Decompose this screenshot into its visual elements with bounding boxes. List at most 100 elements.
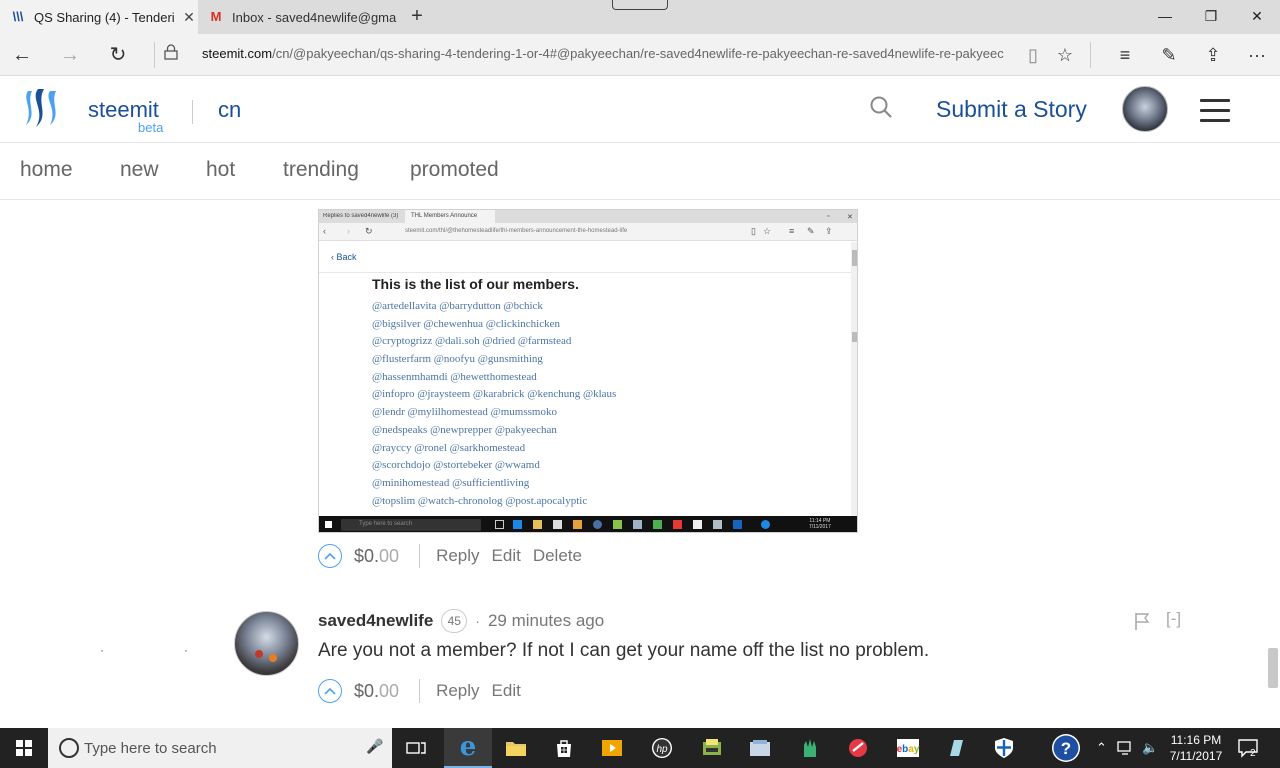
web-note-icon[interactable]: ✎ xyxy=(1154,40,1184,70)
more-icon[interactable]: ··· xyxy=(1242,40,1272,70)
hamburger-menu-icon[interactable] xyxy=(1200,99,1230,123)
taskbar-search-box[interactable]: Type here to search 🎤 xyxy=(48,728,392,768)
scanner-app-icon[interactable] xyxy=(688,728,736,768)
comment-author-avatar[interactable] xyxy=(234,611,299,676)
notes-app-icon[interactable] xyxy=(932,728,980,768)
embedded-hp-icon xyxy=(593,520,602,529)
flag-icon[interactable] xyxy=(1133,611,1151,631)
nav-hot[interactable]: hot xyxy=(206,158,235,182)
page-scrollbar-thumb[interactable] xyxy=(1268,648,1278,688)
embedded-scrollbar xyxy=(851,242,857,516)
hp-icon[interactable]: hp xyxy=(638,728,686,768)
member-line: @flusterfarm @noofyu @gunsmithing xyxy=(372,353,543,366)
member-line: @scorchdojo @stortebeker @wwamd xyxy=(372,459,540,472)
comment-header: saved4newlife 45 · 29 minutes ago xyxy=(318,609,604,633)
volume-icon[interactable]: 🔈 xyxy=(1142,740,1158,756)
file-explorer-icon[interactable] xyxy=(492,728,540,768)
submit-story-link[interactable]: Submit a Story xyxy=(936,96,1087,123)
nav-new[interactable]: new xyxy=(120,158,159,182)
nav-trending[interactable]: trending xyxy=(283,158,359,182)
media-player-icon[interactable] xyxy=(588,728,636,768)
tab-qs-sharing[interactable]: \\\ QS Sharing (4) - Tenderi ✕ xyxy=(0,0,198,34)
comment-timestamp[interactable]: 29 minutes ago xyxy=(488,611,604,631)
user-avatar[interactable] xyxy=(1122,86,1168,132)
member-line: @infopro @jraysteem @karabrick @kenchung… xyxy=(372,388,617,401)
window-drag-handle[interactable] xyxy=(612,0,668,10)
divider xyxy=(419,679,421,703)
payout-whole: $0. xyxy=(354,545,380,566)
member-line: @hassenmhamdi @hewetthomestead xyxy=(372,370,537,383)
delete-link[interactable]: Delete xyxy=(533,546,582,566)
url-field[interactable]: steemit.com/cn/@pakyeechan/qs-sharing-4-… xyxy=(202,46,1008,61)
nav-home[interactable]: home xyxy=(20,158,73,182)
task-view-icon[interactable] xyxy=(392,728,440,768)
close-window-icon[interactable]: ✕ xyxy=(1234,0,1280,32)
gmail-favicon-icon: M xyxy=(210,9,222,24)
upvote-icon[interactable] xyxy=(318,544,342,568)
member-line: @rayccy @ronel @sarkhomestead xyxy=(372,441,526,454)
reputation-badge: 45 xyxy=(441,609,468,633)
payout-whole: $0. xyxy=(354,680,380,701)
payout-value[interactable]: $0.00 xyxy=(354,681,399,702)
embedded-app-icon xyxy=(713,520,722,529)
comment-author[interactable]: saved4newlife xyxy=(318,611,433,631)
refresh-icon[interactable]: ↻ xyxy=(102,40,134,70)
taskbar-clock[interactable]: 11:16 PM 7/11/2017 xyxy=(1164,732,1228,764)
embedded-app-icon xyxy=(633,520,642,529)
edit-link[interactable]: Edit xyxy=(492,546,521,566)
divider xyxy=(419,544,421,568)
search-icon[interactable] xyxy=(868,94,896,122)
steemit-favicon-icon: \\\ xyxy=(12,9,24,24)
tab-close-icon[interactable]: ✕ xyxy=(180,9,198,26)
separator-dot: · xyxy=(475,613,480,629)
store-icon[interactable] xyxy=(540,728,588,768)
steemit-logo-icon[interactable] xyxy=(20,85,66,131)
embedded-edge-icon xyxy=(513,520,522,529)
network-icon[interactable] xyxy=(1116,740,1134,759)
minimize-icon[interactable]: — xyxy=(1142,0,1188,32)
share-icon[interactable]: ⇪ xyxy=(1198,40,1228,70)
embedded-divider xyxy=(319,272,851,273)
payout-value[interactable]: $0.00 xyxy=(354,546,399,567)
embedded-app-icon xyxy=(653,520,662,529)
tab-inbox[interactable]: M Inbox - saved4newlife@gma xyxy=(200,0,400,34)
tray-chevron-icon[interactable]: ⌃ xyxy=(1096,740,1107,756)
embedded-tab-2: THL Members Announce xyxy=(405,210,495,223)
hand-app-icon[interactable] xyxy=(786,728,834,768)
embedded-back-icon: ‹ xyxy=(323,226,326,236)
favorite-star-icon[interactable]: ☆ xyxy=(1050,40,1080,70)
back-arrow-icon[interactable]: ← xyxy=(6,40,38,70)
upvote-icon[interactable] xyxy=(318,679,342,703)
restore-icon[interactable]: ❐ xyxy=(1188,0,1234,32)
help-icon[interactable]: ? xyxy=(1042,728,1090,768)
microphone-icon[interactable]: 🎤 xyxy=(366,738,383,755)
tag-cn-link[interactable]: cn xyxy=(218,97,241,123)
ccleaner-icon[interactable] xyxy=(834,728,882,768)
nav-promoted[interactable]: promoted xyxy=(410,158,499,182)
embedded-reading-icon: ▯ xyxy=(751,226,756,236)
collapse-toggle[interactable]: [-] xyxy=(1166,609,1181,629)
hub-icon[interactable]: ≡ xyxy=(1110,40,1140,70)
payout-cents: 00 xyxy=(379,680,400,701)
edge-browser-icon[interactable]: e xyxy=(444,728,492,768)
embedded-tab-1: Replies to saved4newlife (3) xyxy=(323,213,399,219)
sub-navigation: home new hot trending promoted xyxy=(0,143,1280,200)
reading-view-icon[interactable]: ▯ xyxy=(1018,40,1048,70)
photos-app-icon[interactable] xyxy=(736,728,784,768)
windows-start-icon[interactable] xyxy=(0,728,48,768)
forward-arrow-icon[interactable]: → xyxy=(54,40,86,70)
embedded-address-bar: ‹ › ↻ steemit.com/thl/@thehomesteadlife/… xyxy=(319,223,857,241)
edit-link[interactable]: Edit xyxy=(492,681,521,701)
embedded-close-icon: ✕ xyxy=(847,214,853,221)
defender-shield-icon[interactable] xyxy=(980,728,1028,768)
svg-text:ebay: ebay xyxy=(897,744,920,755)
lock-icon[interactable] xyxy=(164,44,178,64)
new-tab-icon[interactable]: + xyxy=(404,4,430,30)
ebay-icon[interactable]: ebay xyxy=(884,728,932,768)
tab-title: QS Sharing (4) - Tenderi xyxy=(34,9,175,25)
action-center-icon[interactable] xyxy=(1236,736,1260,760)
reply-link[interactable]: Reply xyxy=(436,681,479,701)
notification-count: 2 xyxy=(1250,748,1256,759)
reply-link[interactable]: Reply xyxy=(436,546,479,566)
embedded-screenshot-image: Replies to saved4newlife (3) THL Members… xyxy=(318,209,858,533)
